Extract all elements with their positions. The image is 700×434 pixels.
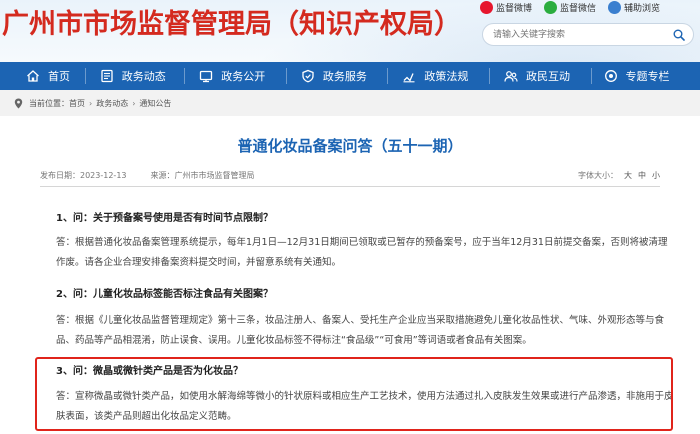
public-icon xyxy=(200,70,213,83)
breadcrumb-home[interactable]: 首页 xyxy=(69,98,85,109)
publish-date-label: 发布日期： xyxy=(40,170,80,180)
weibo-label: 监督微博 xyxy=(496,4,533,14)
nav-item-topic[interactable]: 专题专栏 xyxy=(592,62,700,90)
font-size-small-button[interactable]: 小 xyxy=(652,170,660,181)
breadcrumb-arrow-icon: › xyxy=(132,98,136,108)
search-input[interactable] xyxy=(493,27,663,43)
nav-item-interaction[interactable]: 政民互动 xyxy=(490,62,591,90)
accessibility-link[interactable]: 辅助浏览 xyxy=(608,1,660,14)
interaction-icon xyxy=(504,71,518,82)
breadcrumb-notices[interactable]: 通知公告 xyxy=(139,98,171,109)
answer-3: 答：宣称微晶或微针类产品，如使用水解海绵等微小的针状原料或相应生产工艺技术，使用… xyxy=(56,391,674,422)
nav-item-news[interactable]: 政务动态 xyxy=(86,62,185,90)
article-meta: 发布日期： 2023-12-13 来源： 广州市市场监督管理局 字体大小： 大 … xyxy=(40,168,660,182)
breadcrumb-arrow-icon: › xyxy=(89,98,93,108)
main-nav: 首页 政务动态 政务公开 政务服务 政策法规 政民互动 专题专栏 xyxy=(0,62,700,90)
answer-2: 答：根据《儿童化妆品监督管理规定》第十三条，妆品注册人、备案人、受托生产企业应当… xyxy=(56,315,665,346)
nav-label-home: 首页 xyxy=(48,70,70,83)
search-icon[interactable] xyxy=(673,29,685,41)
site-title[interactable]: 广州市市场监督管理局（知识产权局） xyxy=(2,2,461,41)
nav-label-policy: 政策法规 xyxy=(424,70,469,83)
weibo-link[interactable]: 监督微博 xyxy=(480,1,532,14)
nav-label-service: 政务服务 xyxy=(322,70,367,83)
nav-item-policy[interactable]: 政策法规 xyxy=(388,62,489,90)
question-2: 2、问：儿童化妆品标签能否标注食品有关图案？ xyxy=(56,289,273,300)
meta-divider xyxy=(40,186,660,187)
accessibility-icon xyxy=(608,1,622,14)
wechat-link[interactable]: 监督微信 xyxy=(544,1,596,14)
home-icon xyxy=(27,70,39,82)
policy-icon xyxy=(403,73,415,83)
nav-label-interaction: 政民互动 xyxy=(525,70,570,83)
breadcrumb: 当前位置： 首页 › 政务动态 › 通知公告 xyxy=(0,90,700,116)
location-pin-icon xyxy=(14,98,23,108)
source-value: 广州市市场监督管理局 xyxy=(174,170,255,180)
source-label: 来源： xyxy=(150,170,175,180)
nav-label-news: 政务动态 xyxy=(121,70,166,83)
font-size-label: 字体大小： xyxy=(578,170,618,180)
news-icon xyxy=(101,69,113,83)
nav-item-service[interactable]: 政务服务 xyxy=(287,62,388,90)
topic-icon xyxy=(604,70,617,82)
question-3: 3、问：微晶或微针类产品是否为化妆品？ xyxy=(56,366,243,377)
weibo-icon xyxy=(480,1,493,14)
site-header: 广州市市场监督管理局（知识产权局） 监督微博 监督微信 辅助浏览 xyxy=(0,0,700,62)
breadcrumb-prefix: 当前位置： xyxy=(29,98,69,108)
nav-label-topic: 专题专栏 xyxy=(625,70,670,83)
question-1: 1、问：关于预备案号使用是否有时间节点限制？ xyxy=(56,213,273,224)
answer-1: 答：根据普通化妆品备案管理系统提示，每年1月1日—12月31日期间已领取或已暂存… xyxy=(56,237,668,268)
publish-date: 2023-12-13 xyxy=(80,170,127,180)
breadcrumb-news[interactable]: 政务动态 xyxy=(96,98,128,109)
accessibility-label: 辅助浏览 xyxy=(624,4,661,14)
nav-item-public[interactable]: 政务公开 xyxy=(185,62,286,90)
nav-item-home[interactable]: 首页 xyxy=(0,62,85,90)
wechat-label: 监督微信 xyxy=(560,4,597,14)
article-title: 普通化妆品备案问答（五十一期） xyxy=(237,137,463,155)
font-size-large-button[interactable]: 大 xyxy=(624,170,632,181)
nav-label-public: 政务公开 xyxy=(221,70,266,83)
font-size-control: 字体大小： 大 中 小 xyxy=(578,170,660,181)
shield-icon xyxy=(302,69,314,83)
search-box xyxy=(482,23,694,46)
wechat-icon xyxy=(544,1,558,14)
social-links: 监督微博 监督微信 辅助浏览 xyxy=(480,1,672,14)
font-size-medium-button[interactable]: 中 xyxy=(638,170,646,181)
